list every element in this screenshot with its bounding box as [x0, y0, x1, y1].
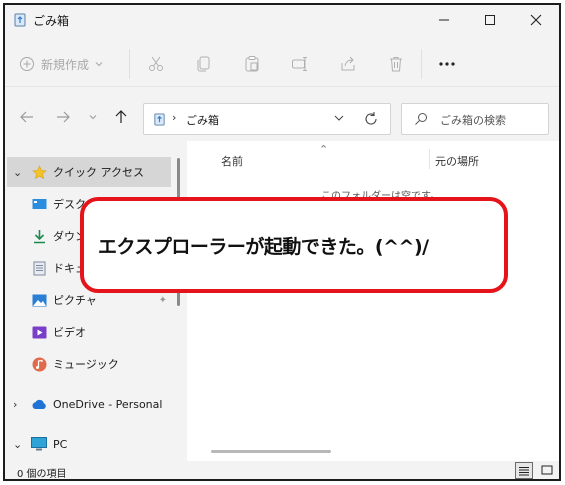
annotation-callout: エクスプローラーが起動できた。(^^)/ [80, 197, 508, 293]
share-button[interactable] [337, 53, 359, 75]
arrow-right-icon [57, 111, 70, 123]
star-icon [31, 164, 47, 180]
column-header-original-location[interactable]: 元の場所 [435, 153, 479, 169]
refresh-icon[interactable] [362, 110, 380, 128]
chevron-right-icon[interactable]: › [13, 398, 27, 411]
forward-button[interactable] [53, 107, 73, 127]
sidebar-item-label: ミュージック [53, 358, 119, 371]
title-bar: ごみ箱 [5, 5, 559, 35]
trash-icon [390, 57, 402, 72]
up-button[interactable] [111, 107, 131, 127]
item-count: 0 個の項目 [17, 469, 67, 480]
pc-icon [31, 436, 47, 452]
status-bar: 0 個の項目 [5, 461, 559, 480]
details-view-button[interactable] [515, 462, 533, 479]
share-icon [341, 56, 355, 71]
sort-ascending-icon: ⌃ [319, 143, 329, 156]
recent-locations-button[interactable] [83, 107, 103, 127]
minimize-button[interactable] [421, 5, 467, 35]
back-button[interactable] [17, 107, 37, 127]
column-header-name[interactable]: 名前 [221, 153, 243, 169]
sidebar-item-label: PC [53, 437, 68, 451]
picture-icon [31, 292, 47, 308]
desktop-icon [31, 196, 47, 212]
chevron-down-icon [89, 115, 97, 120]
details-view-icon [519, 466, 529, 475]
column-divider[interactable] [429, 149, 430, 169]
address-bar[interactable]: › ごみ箱 [143, 103, 391, 135]
sidebar-item-label: OneDrive - Personal [53, 397, 163, 411]
breadcrumb-chevron-icon: › [172, 111, 177, 124]
close-icon [530, 14, 542, 26]
sidebar-item-label: ピクチャ [53, 294, 97, 307]
sidebar-item-onedrive[interactable]: › OneDrive - Personal [7, 389, 171, 419]
paste-button[interactable] [241, 53, 263, 75]
maximize-button[interactable] [467, 5, 513, 35]
command-bar: 新規作成 [5, 41, 559, 87]
chevron-down-icon[interactable] [332, 111, 346, 125]
copy-icon [197, 56, 210, 72]
sidebar-item-videos[interactable]: ビデオ [7, 317, 171, 347]
close-button[interactable] [513, 5, 559, 35]
recycle-bin-icon [14, 13, 26, 27]
search-box[interactable]: ごみ箱の検索 [401, 103, 549, 135]
navigation-bar: › ごみ箱 ごみ箱の検索 [5, 95, 559, 141]
search-placeholder: ごみ箱の検索 [440, 114, 506, 127]
chevron-down-icon [95, 62, 103, 67]
maximize-icon [485, 15, 495, 25]
new-button[interactable]: 新規作成 [19, 51, 103, 77]
chevron-down-icon[interactable]: ⌄ [13, 438, 27, 451]
pin-icon: ✦ [158, 294, 167, 306]
file-list: ⌃ 名前 元の場所 このフォルダーは空です。 [187, 141, 559, 463]
download-icon [31, 228, 47, 244]
copy-button[interactable] [193, 53, 215, 75]
music-icon [31, 356, 47, 372]
horizontal-scrollbar[interactable] [211, 450, 331, 453]
document-icon [31, 260, 47, 276]
breadcrumb-recycle-bin[interactable]: ごみ箱 [186, 112, 219, 128]
cut-button[interactable] [145, 53, 167, 75]
sidebar-item-music[interactable]: ミュージック [7, 349, 171, 379]
video-icon [31, 324, 47, 340]
cloud-icon [31, 396, 47, 412]
sidebar-item-label: ビデオ [53, 326, 86, 339]
plus-circle-icon [20, 57, 34, 71]
minimize-icon [439, 19, 449, 21]
recycle-bin-icon [154, 113, 165, 126]
rename-button[interactable] [289, 53, 311, 75]
more-options-button[interactable] [433, 53, 461, 75]
toolbar-divider [129, 49, 130, 79]
new-button-label: 新規作成 [41, 57, 90, 72]
window-title: ごみ箱 [33, 14, 70, 28]
sidebar-item-pc[interactable]: ⌄ PC [7, 429, 171, 459]
clipboard-icon [245, 56, 259, 72]
rename-icon [292, 57, 307, 71]
arrow-left-icon [20, 111, 33, 123]
toolbar-divider [421, 49, 422, 79]
delete-button[interactable] [385, 53, 407, 75]
sidebar-item-label: クイック アクセス [53, 166, 144, 179]
large-icons-view-button[interactable] [538, 462, 556, 479]
arrow-up-icon [115, 110, 127, 123]
search-icon [415, 113, 427, 125]
callout-text: エクスプローラーが起動できた。(^^)/ [98, 235, 429, 258]
tiles-view-icon [541, 465, 553, 475]
chevron-down-icon[interactable]: ⌄ [13, 166, 27, 179]
more-dots-icon [439, 62, 455, 66]
scissors-icon [149, 56, 163, 71]
sidebar-item-quick-access[interactable]: ⌄ クイック アクセス [7, 157, 171, 187]
